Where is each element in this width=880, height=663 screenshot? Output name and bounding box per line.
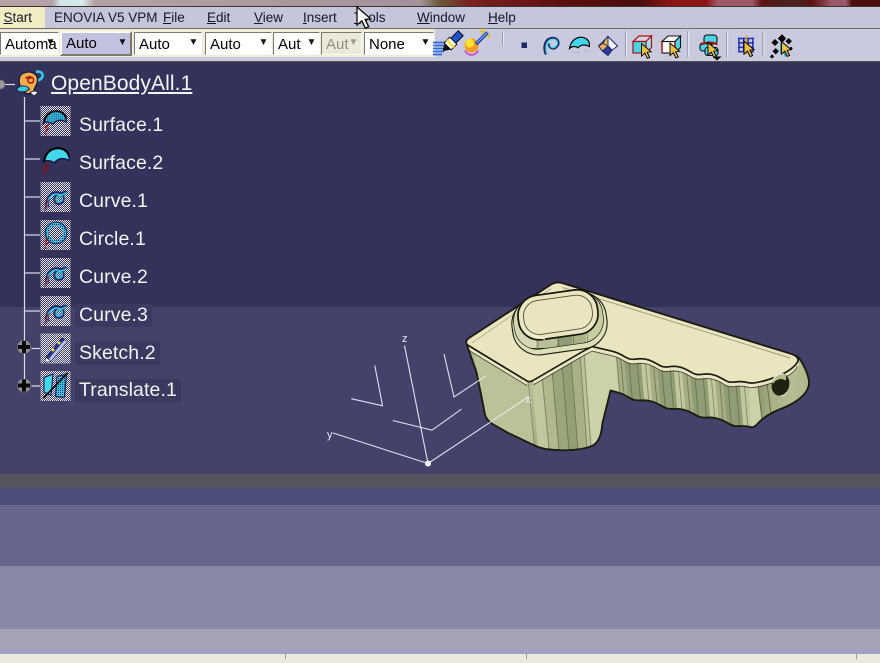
svg-text:x: x xyxy=(526,394,532,406)
svg-text:z: z xyxy=(402,333,408,345)
svg-text:y: y xyxy=(327,429,333,441)
